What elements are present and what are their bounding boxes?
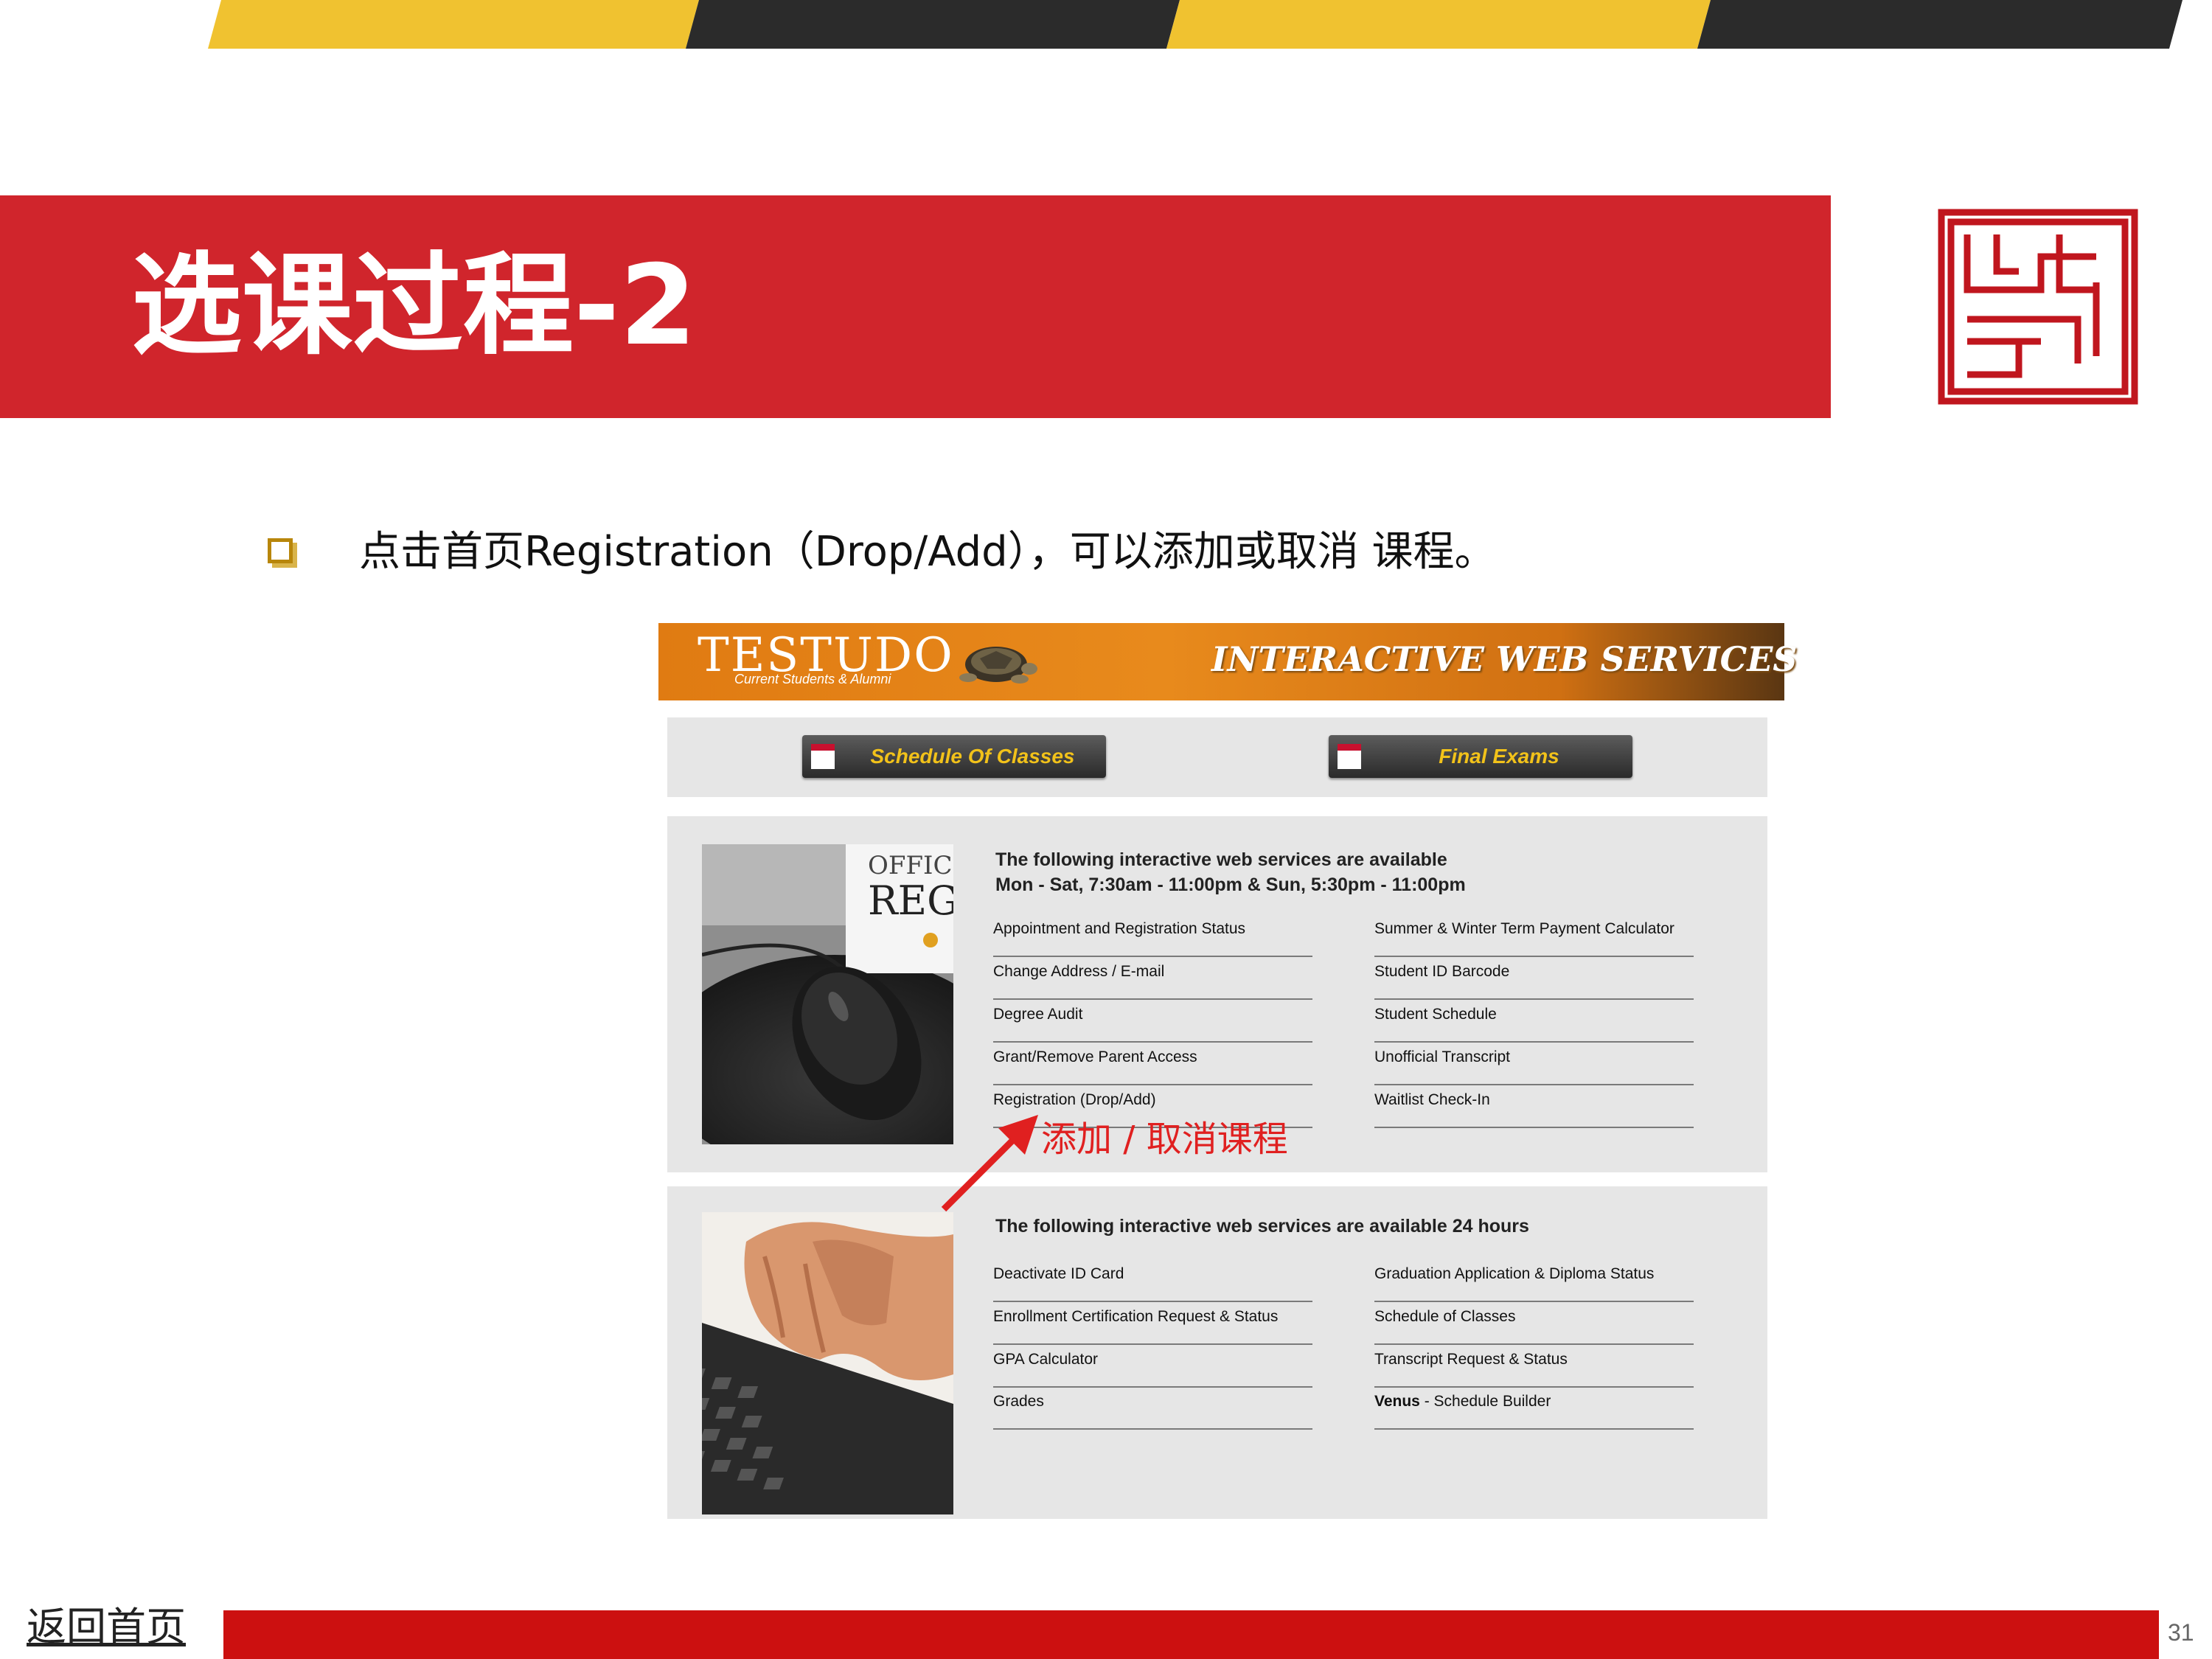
- final-exams-button[interactable]: Final Exams: [1329, 735, 1632, 778]
- services-title: INTERACTIVE WEB SERVICES: [1211, 639, 1798, 679]
- button-label: Schedule Of Classes: [870, 745, 1075, 768]
- calendar-icon: [811, 744, 835, 769]
- quick-button-bar: Schedule Of Classes Final Exams: [667, 717, 1767, 797]
- home-link[interactable]: 返回首页: [27, 1601, 186, 1653]
- link-transcript-request[interactable]: Transcript Request & Status: [1374, 1345, 1694, 1388]
- link-unofficial-transcript[interactable]: Unofficial Transcript: [1374, 1043, 1694, 1085]
- venus-suffix: - Schedule Builder: [1419, 1393, 1551, 1410]
- annotation-label: 添加 / 取消课程: [1041, 1119, 1288, 1160]
- link-gpa-calculator[interactable]: GPA Calculator: [993, 1345, 1312, 1388]
- section-heading: The following interactive web services a…: [995, 849, 1447, 870]
- link-parent-access[interactable]: Grant/Remove Parent Access: [993, 1043, 1312, 1085]
- services-section-24-hours: The following interactive web services a…: [667, 1186, 1767, 1519]
- link-deactivate-id-card[interactable]: Deactivate ID Card: [993, 1259, 1312, 1302]
- mouse-and-mug-photo: OFFIC REG: [702, 844, 953, 1144]
- link-student-id-barcode[interactable]: Student ID Barcode: [1374, 957, 1694, 1000]
- hands-typing-keyboard-photo: [702, 1212, 953, 1514]
- link-payment-calculator[interactable]: Summer & Winter Term Payment Calculator: [1374, 914, 1694, 957]
- link-venus-schedule-builder[interactable]: Venus - Schedule Builder: [1374, 1387, 1694, 1430]
- bullet-text: 点击首页Registration（Drop/Add），可以添加或取消 课程。: [359, 528, 1496, 576]
- top-decorative-stripes: [208, 0, 2183, 49]
- bullet-checkbox-icon: [268, 538, 293, 563]
- link-change-address[interactable]: Change Address / E-mail: [993, 957, 1312, 1000]
- venus-label: Venus: [1374, 1393, 1420, 1410]
- schedule-of-classes-button[interactable]: Schedule Of Classes: [802, 735, 1106, 778]
- calendar-icon: [1338, 744, 1361, 769]
- link-graduation-application[interactable]: Graduation Application & Diploma Status: [1374, 1259, 1694, 1302]
- seal-logo-icon: [1938, 209, 2138, 405]
- testudo-screenshot: TESTUDO Current Students & Alumni INTERA…: [658, 623, 1798, 1519]
- link-waitlist-check-in[interactable]: Waitlist Check-In: [1374, 1085, 1694, 1128]
- link-grades[interactable]: Grades: [993, 1387, 1312, 1430]
- link-schedule-of-classes[interactable]: Schedule of Classes: [1374, 1302, 1694, 1345]
- mug-text: OFFIC: [868, 851, 953, 880]
- testudo-subtitle: Current Students & Alumni: [734, 672, 891, 686]
- annotation-arrow-icon: [941, 1115, 1038, 1212]
- link-appointment-registration-status[interactable]: Appointment and Registration Status: [993, 914, 1312, 957]
- section-heading: Mon - Sat, 7:30am - 11:00pm & Sun, 5:30p…: [995, 874, 1466, 895]
- section-heading: The following interactive web services a…: [995, 1216, 1529, 1237]
- footer-bar: [223, 1610, 2159, 1659]
- link-student-schedule[interactable]: Student Schedule: [1374, 1000, 1694, 1043]
- mug-text: REG: [868, 877, 953, 924]
- turtle-icon: [959, 647, 1037, 684]
- testudo-header: TESTUDO Current Students & Alumni INTERA…: [658, 623, 1798, 700]
- page-number: 31: [2168, 1619, 2194, 1646]
- link-degree-audit[interactable]: Degree Audit: [993, 1000, 1312, 1043]
- link-enrollment-certification[interactable]: Enrollment Certification Request & Statu…: [993, 1302, 1312, 1345]
- slide-title: 选课过程-2: [131, 242, 697, 370]
- button-label: Final Exams: [1439, 745, 1559, 768]
